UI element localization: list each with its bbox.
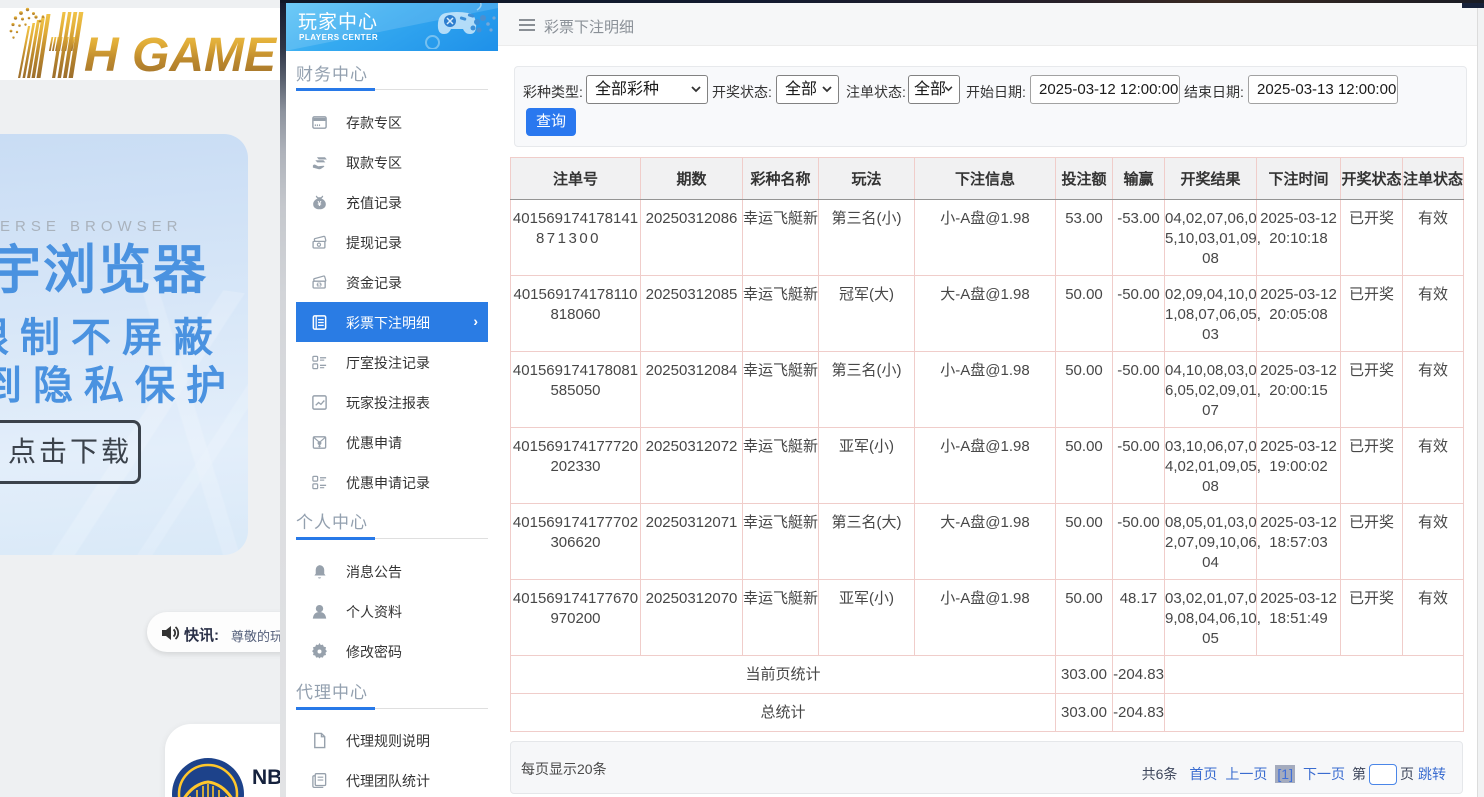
svg-text:¥: ¥: [318, 199, 322, 207]
svg-text:H GAME: H GAME: [84, 29, 278, 82]
svg-text:$: $: [318, 282, 321, 288]
